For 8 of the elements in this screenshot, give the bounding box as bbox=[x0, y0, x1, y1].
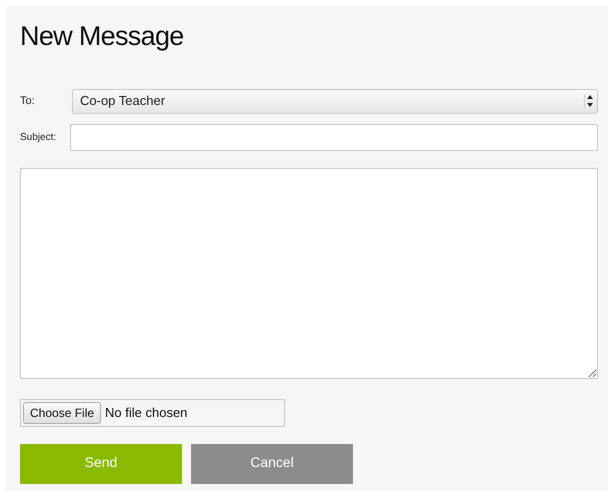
file-input[interactable]: Choose File No file chosen bbox=[20, 399, 285, 427]
message-body-field[interactable] bbox=[20, 168, 598, 379]
dropdown-arrows-icon bbox=[584, 94, 594, 108]
subject-field[interactable] bbox=[70, 124, 598, 151]
subject-label: Subject: bbox=[20, 131, 58, 145]
to-label: To: bbox=[20, 94, 36, 109]
page-title: New Message bbox=[20, 20, 184, 52]
recipient-select[interactable]: Co-op Teacher bbox=[72, 88, 598, 114]
